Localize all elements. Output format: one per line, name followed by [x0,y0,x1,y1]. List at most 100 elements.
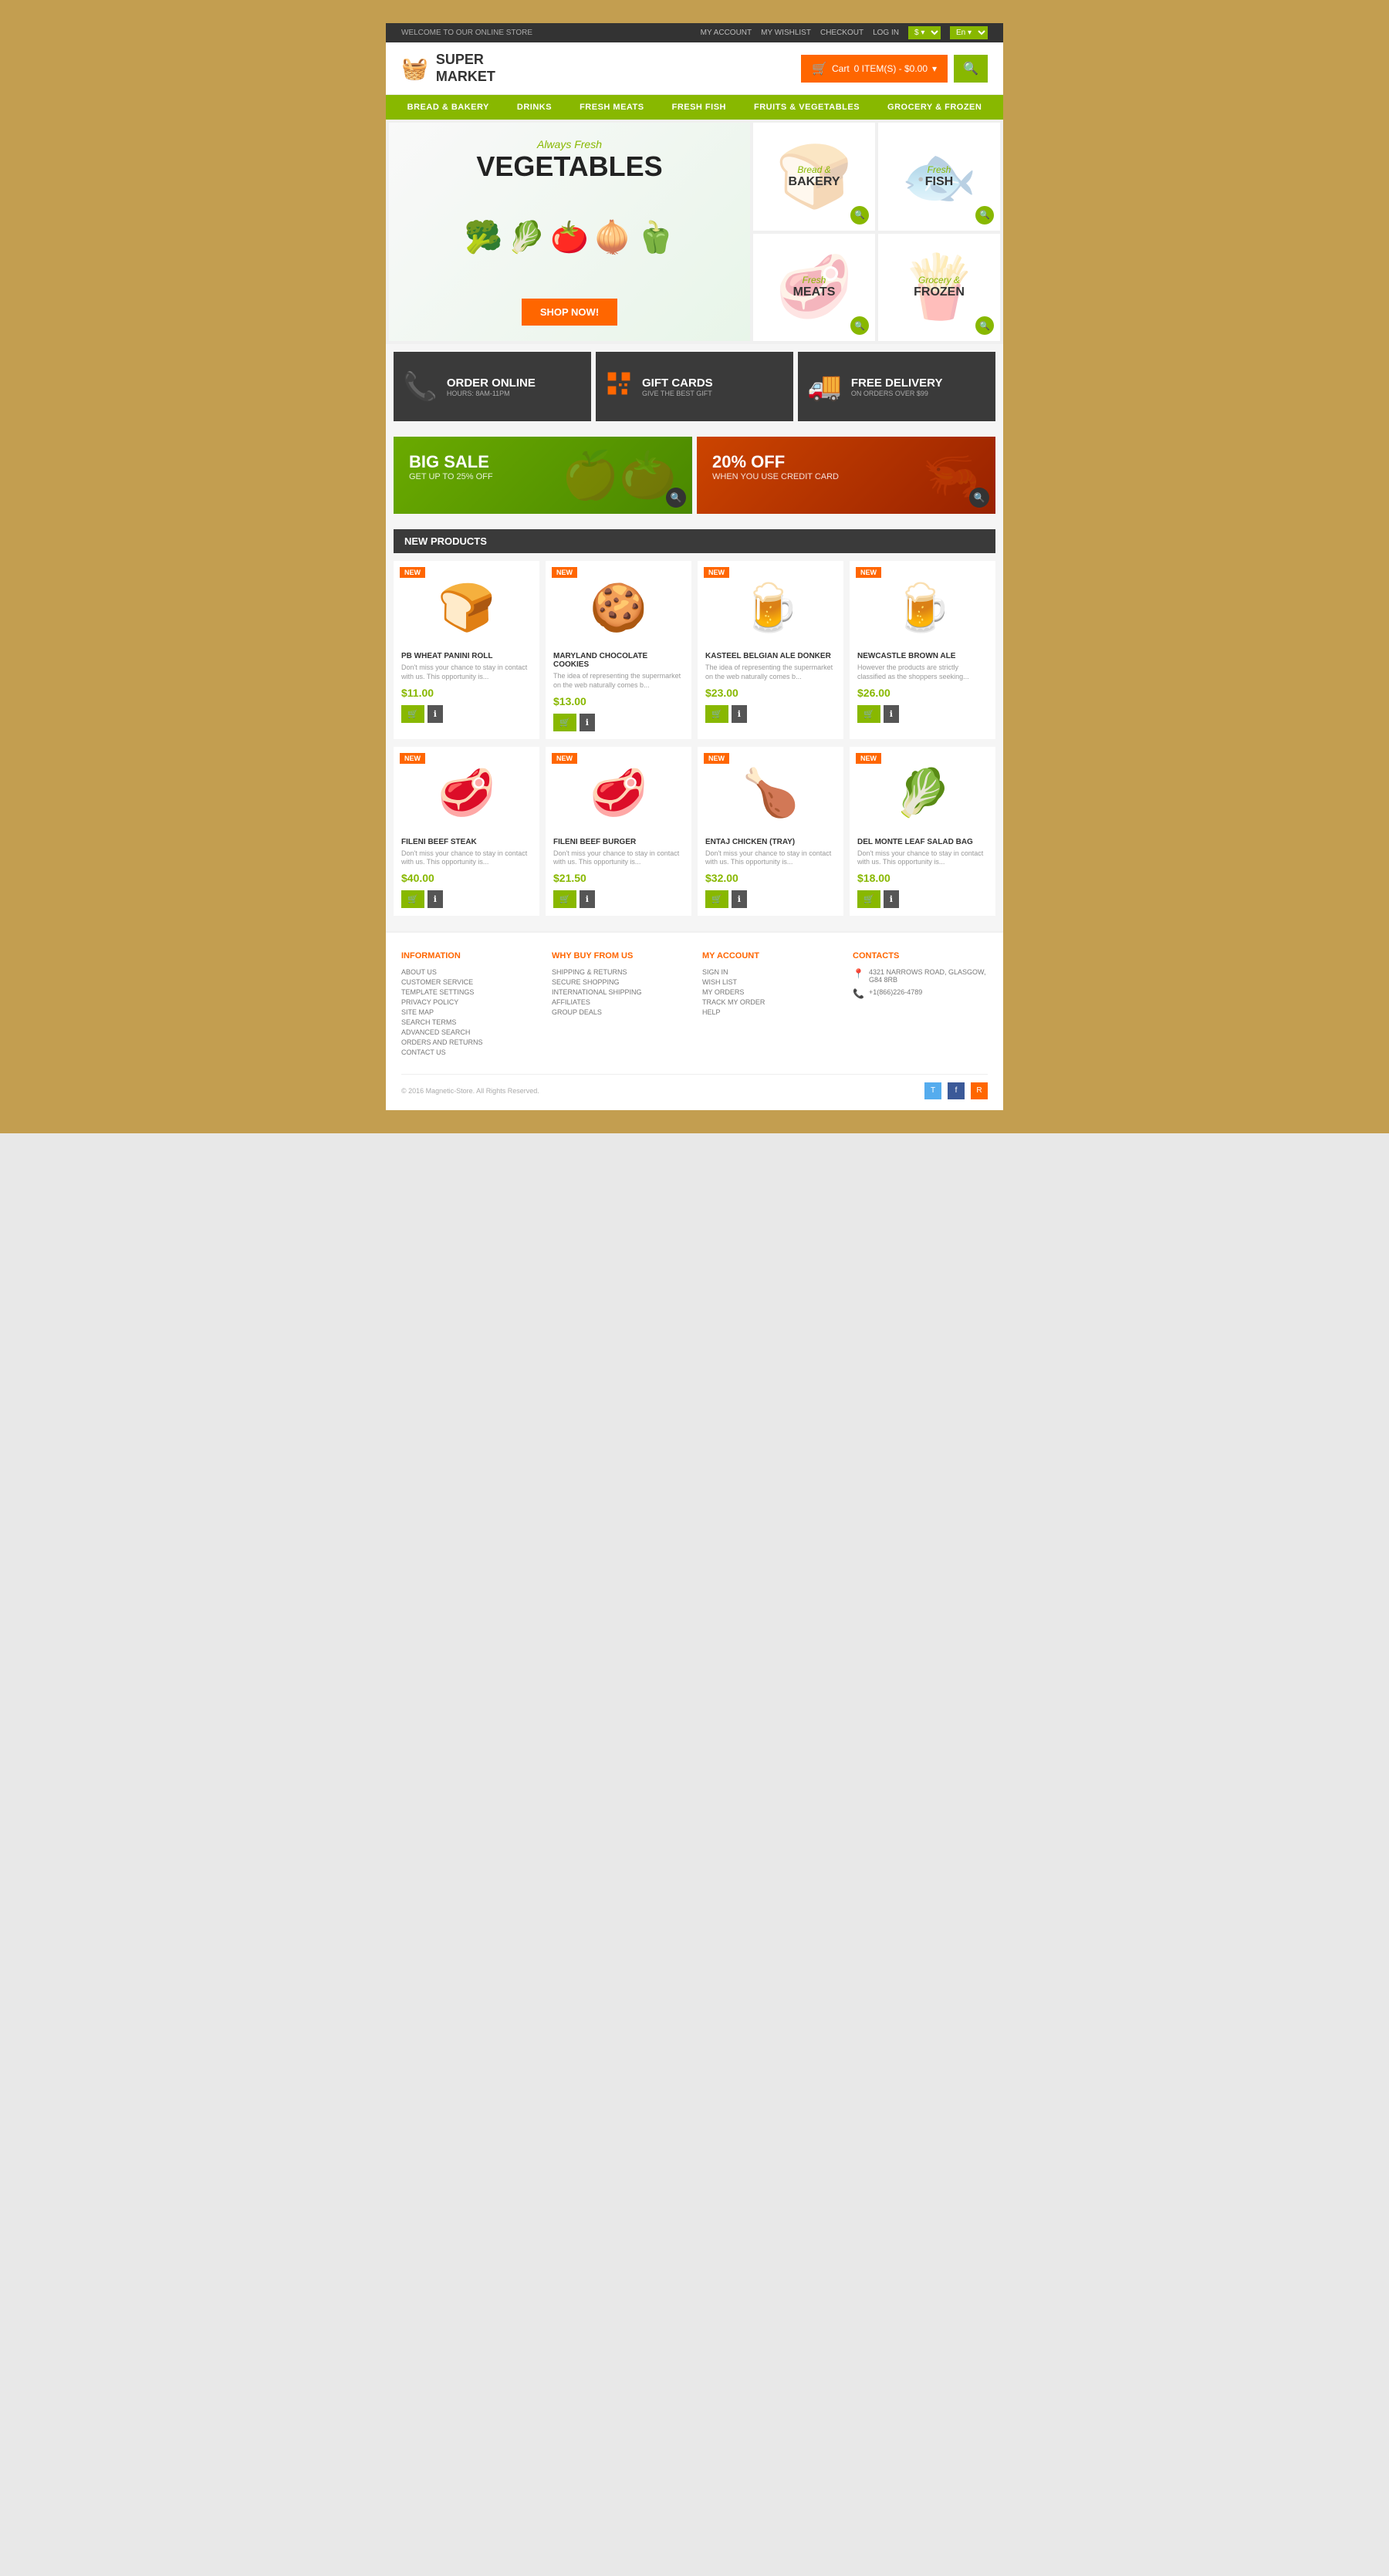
hero-card-meats[interactable]: 🥩 Fresh MEATS 🔍 [753,234,875,342]
product-image-6: 🍗 [705,755,836,832]
product-price-0: $11.00 [401,687,532,699]
copyright-text: © 2016 Magnetic-Store. All Rights Reserv… [401,1087,539,1095]
product-info-btn-7[interactable]: ℹ [884,890,899,908]
footer-link-orders-returns[interactable]: ORDERS AND RETURNS [401,1038,536,1046]
product-info-btn-3[interactable]: ℹ [884,705,899,723]
footer-col-contacts: CONTACTS 📍 4321 NARROWS ROAD, GLASGOW, G… [853,951,988,1058]
product-actions-5: 🛒 ℹ [553,890,684,908]
twitter-icon[interactable]: T [924,1082,941,1099]
nav-grocery-frozen[interactable]: GROCERY & FROZEN [874,95,995,120]
add-to-cart-btn-5[interactable]: 🛒 [553,890,576,908]
product-price-5: $21.50 [553,872,684,884]
product-info-btn-6[interactable]: ℹ [732,890,747,908]
promo-big-sale-subtitle: GET UP TO 25% OFF [409,472,677,481]
hero-card-bakery[interactable]: 🍞 Bread & BAKERY 🔍 [753,123,875,231]
rss-icon[interactable]: R [971,1082,988,1099]
cart-button[interactable]: 🛒 Cart 0 ITEM(S) - $0.00 ▾ [801,55,948,83]
product-badge-1: NEW [552,567,577,578]
footer-col-information-title: INFORMATION [401,951,536,961]
logo-text: SUPER MARKET [436,52,495,85]
add-to-cart-btn-1[interactable]: 🛒 [553,714,576,731]
hero-card-fish[interactable]: 🐟 Fresh FISH 🔍 [878,123,1000,231]
products-section: NEW PRODUCTS NEW 🍞 PB WHEAT PANINI ROLL … [386,522,1003,931]
footer-link-affiliates[interactable]: AFFILIATES [552,998,687,1006]
nav-fresh-meats[interactable]: FRESH MEATS [566,95,658,120]
footer-link-help[interactable]: HELP [702,1008,837,1016]
cart-items-count: 0 ITEM(S) - $0.00 [854,63,928,74]
shop-now-button[interactable]: SHOP NOW! [522,299,617,326]
veggie-icon-2: 🥬 [507,219,546,255]
hero-card-search-bakery[interactable]: 🔍 [850,206,869,225]
footer-col-contacts-title: CONTACTS [853,951,988,961]
hero-title: VEGETABLES [476,150,662,183]
feature-gift-cards[interactable]: GIFT CARDS GIVE THE BEST GIFT [596,352,793,421]
footer-link-my-orders[interactable]: MY ORDERS [702,988,837,996]
promo-big-sale-title: BIG SALE [409,452,677,472]
footer-link-contact-us[interactable]: CONTACT US [401,1048,536,1056]
footer-link-search-terms[interactable]: SEARCH TERMS [401,1018,536,1026]
product-info-btn-1[interactable]: ℹ [580,714,595,731]
hero-section: Always Fresh VEGETABLES 🥦 🥬 🍅 🧅 🫑 SHOP N… [386,120,1003,344]
add-to-cart-btn-2[interactable]: 🛒 [705,705,728,723]
promo-credit-card[interactable]: 20% OFF WHEN YOU USE CREDIT CARD 🦐 🔍 [697,437,995,514]
product-image-1: 🍪 [553,569,684,646]
product-info-btn-2[interactable]: ℹ [732,705,747,723]
add-to-cart-btn-7[interactable]: 🛒 [857,890,880,908]
feature-delivery-text: FREE DELIVERY ON ORDERS OVER $99 [851,376,943,397]
nav-drinks[interactable]: DRINKS [503,95,566,120]
nav-fresh-fish[interactable]: FRESH FISH [658,95,740,120]
currency-selector[interactable]: $ ▾ [908,26,941,39]
footer-link-intl-shipping[interactable]: INTERNATIONAL SHIPPING [552,988,687,996]
social-icons: T f R [924,1082,988,1099]
nav-bread-bakery[interactable]: BREAD & BAKERY [394,95,503,120]
promo-big-sale[interactable]: BIG SALE GET UP TO 25% OFF 🍎🍅 🔍 [394,437,692,514]
feature-order-online[interactable]: 📞 ORDER ONLINE HOURS: 8AM-11PM [394,352,591,421]
product-info-btn-4[interactable]: ℹ [428,890,443,908]
hero-card-grocery[interactable]: 🍟 Grocery & FROZEN 🔍 [878,234,1000,342]
language-selector[interactable]: En ▾ [950,26,988,39]
footer-link-wish-list[interactable]: WISH LIST [702,978,837,986]
veggie-icon-4: 🧅 [593,219,632,255]
add-to-cart-btn-0[interactable]: 🛒 [401,705,424,723]
add-to-cart-btn-3[interactable]: 🛒 [857,705,880,723]
product-image-4: 🥩 [401,755,532,832]
search-button[interactable]: 🔍 [954,55,988,83]
footer-link-template-settings[interactable]: TEMPLATE SETTINGS [401,988,536,996]
hero-card-search-fish[interactable]: 🔍 [975,206,994,225]
hero-card-search-meats[interactable]: 🔍 [850,316,869,335]
footer-link-track-order[interactable]: TRACK MY ORDER [702,998,837,1006]
footer-link-secure-shopping[interactable]: SECURE SHOPPING [552,978,687,986]
feature-free-delivery[interactable]: 🚚 FREE DELIVERY ON ORDERS OVER $99 [798,352,995,421]
product-actions-2: 🛒 ℹ [705,705,836,723]
footer-link-site-map[interactable]: SITE MAP [401,1008,536,1016]
main-nav: BREAD & BAKERY DRINKS FRESH MEATS FRESH … [386,95,1003,120]
add-to-cart-btn-4[interactable]: 🛒 [401,890,424,908]
add-to-cart-btn-6[interactable]: 🛒 [705,890,728,908]
hero-subtitle: Always Fresh [537,138,602,150]
hero-card-search-grocery[interactable]: 🔍 [975,316,994,335]
footer-link-privacy-policy[interactable]: PRIVACY POLICY [401,998,536,1006]
footer-link-group-deals[interactable]: GROUP DEALS [552,1008,687,1016]
my-wishlist-link[interactable]: MY WISHLIST [761,29,811,37]
product-price-2: $23.00 [705,687,836,699]
product-name-1: MARYLAND CHOCOLATE COOKIES [553,652,684,669]
footer-link-customer-service[interactable]: CUSTOMER SERVICE [401,978,536,986]
checkout-link[interactable]: CHECKOUT [820,29,863,37]
product-info-btn-0[interactable]: ℹ [428,705,443,723]
footer-link-about-us[interactable]: ABOUT US [401,968,536,976]
login-link[interactable]: LOG IN [873,29,899,37]
footer-grid: INFORMATION ABOUT US CUSTOMER SERVICE TE… [401,951,988,1058]
facebook-icon[interactable]: f [948,1082,965,1099]
hero-card-title-meats: Fresh MEATS [793,275,836,299]
footer-link-advanced-search[interactable]: ADVANCED SEARCH [401,1028,536,1036]
footer-link-sign-in[interactable]: SIGN IN [702,968,837,976]
logo[interactable]: 🧺 SUPER MARKET [401,52,495,85]
hero-category-grid: 🍞 Bread & BAKERY 🔍 🐟 Fresh FISH 🔍 [753,123,1000,341]
product-info-btn-5[interactable]: ℹ [580,890,595,908]
my-account-link[interactable]: MY ACCOUNT [701,29,752,37]
footer-link-shipping-returns[interactable]: SHIPPING & RETURNS [552,968,687,976]
products-grid-row2: NEW 🥩 FILENI BEEF STEAK Don't miss your … [394,747,995,916]
nav-fruits-vegetables[interactable]: FRUITS & VEGETABLES [740,95,874,120]
product-card-2: NEW 🍺 KASTEEL BELGIAN ALE DONKER The ide… [698,561,843,738]
feature-order-text: ORDER ONLINE HOURS: 8AM-11PM [447,376,536,397]
